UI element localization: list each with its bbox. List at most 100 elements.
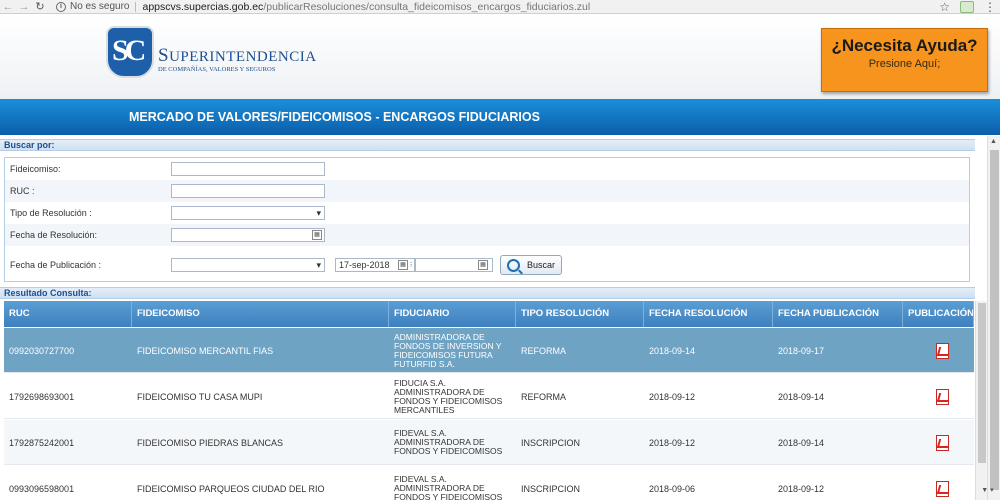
- browser-menu-icon[interactable]: ⋮: [984, 1, 996, 13]
- url-host: appscvs.supercias.gob.ec: [142, 0, 264, 13]
- col-publicacion[interactable]: PUBLICACIÓN: [903, 301, 974, 327]
- cell-ruc: 1792875242001: [9, 437, 75, 448]
- fideicomiso-label: Fideicomiso:: [10, 164, 61, 174]
- cell-ruc: 0992030727700: [9, 345, 75, 356]
- col-fiduciario[interactable]: FIDUCIARIO: [389, 301, 516, 327]
- col-tipo-resolucion[interactable]: TIPO RESOLUCIÓN: [516, 301, 644, 327]
- cell-fideicomiso: FIDEICOMISO PIEDRAS BLANCAS: [137, 437, 284, 448]
- cell-fecha-resolucion: 2018-09-14: [649, 345, 696, 356]
- fecha-publicacion-from-input[interactable]: 17-sep-2018 ▦ ⁝: [335, 258, 415, 272]
- tipo-resolucion-select[interactable]: [171, 206, 325, 220]
- cell-ruc: 1792698693001: [9, 391, 75, 402]
- search-section-title: Buscar por:: [0, 139, 975, 151]
- logo-shield-icon[interactable]: SC: [106, 26, 154, 78]
- cell-fecha-publicacion: 2018-09-17: [778, 345, 825, 356]
- col-fecha-publicacion[interactable]: FECHA PUBLICACIÓN: [773, 301, 903, 327]
- pdf-icon[interactable]: [936, 434, 949, 451]
- fecha-publicacion-select[interactable]: [171, 258, 325, 272]
- results-section-title: Resultado Consulta:: [0, 287, 975, 299]
- table-scrollbar-thumb[interactable]: [978, 303, 986, 463]
- cell-fiduciario: ADMINISTRADORA DE FONDOS DE INVERSION Y …: [394, 331, 502, 369]
- pdf-icon[interactable]: [936, 342, 949, 359]
- cell-tipo-resolucion: INSCRIPCION: [521, 483, 581, 494]
- fecha-publicacion-from-value: 17-sep-2018: [339, 260, 390, 270]
- fecha-publicacion-label: Fecha de Publicación :: [10, 260, 102, 270]
- table-row[interactable]: 1792698693001 FIDEICOMISO TU CASA MUPI F…: [4, 374, 974, 419]
- pdf-icon[interactable]: [936, 388, 949, 405]
- back-icon[interactable]: ←: [0, 0, 16, 14]
- browser-address-bar: ← → ↻ i No es seguro appscvs.supercias.g…: [0, 0, 1000, 14]
- row-fecha-publicacion: Fecha de Publicación : 17-sep-2018 ▦ ⁝ ▦…: [5, 254, 969, 276]
- page-scrollbar[interactable]: ▲: [987, 136, 1000, 500]
- help-title: ¿Necesita Ayuda?: [831, 36, 978, 55]
- bookmark-star-icon[interactable]: ☆: [939, 0, 950, 14]
- info-icon: i: [56, 1, 66, 12]
- brand: SUPERINTENDENCIA DE COMPAÑÍAS, VALORES Y…: [158, 45, 317, 73]
- address-separator: [135, 1, 137, 12]
- cell-tipo-resolucion: REFORMA: [521, 391, 566, 402]
- calendar-icon[interactable]: ▦: [312, 230, 322, 240]
- forward-icon[interactable]: →: [16, 0, 32, 14]
- cell-fecha-publicacion: 2018-09-14: [778, 391, 825, 402]
- cell-fecha-resolucion: 2018-09-06: [649, 483, 696, 494]
- cell-fecha-publicacion: 2018-09-14: [778, 437, 825, 448]
- cell-publicacion: [903, 420, 974, 465]
- ruc-input[interactable]: [171, 184, 325, 198]
- url-path: /publicarResoluciones/consulta_fideicomi…: [263, 0, 591, 13]
- table-row[interactable]: 0993096598001 FIDEICOMISO PARQUEOS CIUDA…: [4, 466, 974, 500]
- cell-fideicomiso: FIDEICOMISO PARQUEOS CIUDAD DEL RIO: [137, 483, 325, 494]
- scroll-down-icon[interactable]: ▼ ▾: [975, 486, 1000, 500]
- url-field[interactable]: appscvs.supercias.gob.ec/publicarResoluc…: [142, 1, 590, 13]
- security-label: No es seguro: [70, 1, 130, 12]
- buscar-label: Buscar: [527, 260, 556, 270]
- calendar-from-icon[interactable]: ▦: [398, 260, 408, 270]
- cell-publicacion: [903, 374, 974, 419]
- spinner-icon[interactable]: ⁝: [410, 260, 412, 272]
- fecha-publicacion-to-input[interactable]: ▦: [415, 258, 493, 272]
- help-button[interactable]: ¿Necesita Ayuda? Presione Aquí;: [821, 28, 988, 92]
- site-header: SC SUPERINTENDENCIA DE COMPAÑÍAS, VALORE…: [0, 15, 1000, 99]
- cell-fecha-publicacion: 2018-09-12: [778, 483, 825, 494]
- col-fecha-resolucion[interactable]: FECHA RESOLUCIÓN: [644, 301, 773, 327]
- brand-rest: UPERINTENDENCIA: [169, 49, 317, 65]
- row-fideicomiso: Fideicomiso:: [5, 158, 969, 180]
- help-subtitle: Presione Aquí;: [868, 58, 941, 70]
- table-header: RUC FIDEICOMISO FIDUCIARIO TIPO RESOLUCI…: [4, 301, 974, 327]
- col-fideicomiso[interactable]: FIDEICOMISO: [132, 301, 389, 327]
- calendar-to-icon[interactable]: ▦: [478, 260, 488, 270]
- brand-name: SUPERINTENDENCIA: [158, 45, 317, 67]
- security-indicator[interactable]: i No es seguro: [56, 1, 129, 12]
- cell-tipo-resolucion: REFORMA: [521, 345, 566, 356]
- cell-publicacion: [903, 328, 974, 373]
- cell-fideicomiso: FIDEICOMISO TU CASA MUPI: [137, 391, 263, 402]
- results-table: RUC FIDEICOMISO FIDUCIARIO TIPO RESOLUCI…: [4, 301, 974, 500]
- cell-fideicomiso: FIDEICOMISO MERCANTIL FIAS: [137, 345, 274, 356]
- logo-text: SC: [112, 34, 146, 67]
- cell-fiduciario: FIDEVAL S.A. ADMINISTRADORA DE FONDOS Y …: [394, 428, 503, 456]
- extension-icon[interactable]: [960, 1, 974, 13]
- reload-icon[interactable]: ↻: [32, 0, 48, 14]
- buscar-button[interactable]: Buscar: [500, 255, 562, 275]
- page-title: MERCADO DE VALORES/FIDEICOMISOS - ENCARG…: [129, 110, 540, 124]
- table-row[interactable]: 1792875242001 FIDEICOMISO PIEDRAS BLANCA…: [4, 420, 974, 465]
- pdf-icon[interactable]: [936, 480, 949, 497]
- page-scrollbar-thumb[interactable]: [990, 150, 999, 490]
- brand-subtitle: DE COMPAÑÍAS, VALORES Y SEGUROS: [158, 66, 276, 73]
- cell-fiduciario: FIDEVAL S.A. ADMINISTRADORA DE FONDOS Y …: [394, 474, 503, 500]
- col-ruc[interactable]: RUC: [4, 301, 132, 327]
- cell-fiduciario: FIDUCIA S.A. ADMINISTRADORA DE FONDOS Y …: [394, 377, 503, 415]
- fecha-resolucion-input[interactable]: ▦: [171, 228, 325, 242]
- row-fecha-resolucion: Fecha de Resolución: ▦: [5, 224, 969, 246]
- fideicomiso-input[interactable]: [171, 162, 325, 176]
- row-tipo-resolucion: Tipo de Resolución :: [5, 202, 969, 224]
- table-row[interactable]: 0992030727700 FIDEICOMISO MERCANTIL FIAS…: [4, 328, 974, 373]
- scroll-up-icon[interactable]: ▲: [990, 138, 997, 145]
- ruc-label: RUC :: [10, 186, 35, 196]
- cell-fecha-resolucion: 2018-09-12: [649, 437, 696, 448]
- browser-actions: ☆ ⋮: [939, 0, 996, 14]
- table-scrollbar[interactable]: [975, 301, 987, 500]
- search-icon: [507, 259, 520, 272]
- cell-tipo-resolucion: INSCRIPCION: [521, 437, 581, 448]
- cell-fecha-resolucion: 2018-09-12: [649, 391, 696, 402]
- cell-publicacion: [903, 466, 974, 500]
